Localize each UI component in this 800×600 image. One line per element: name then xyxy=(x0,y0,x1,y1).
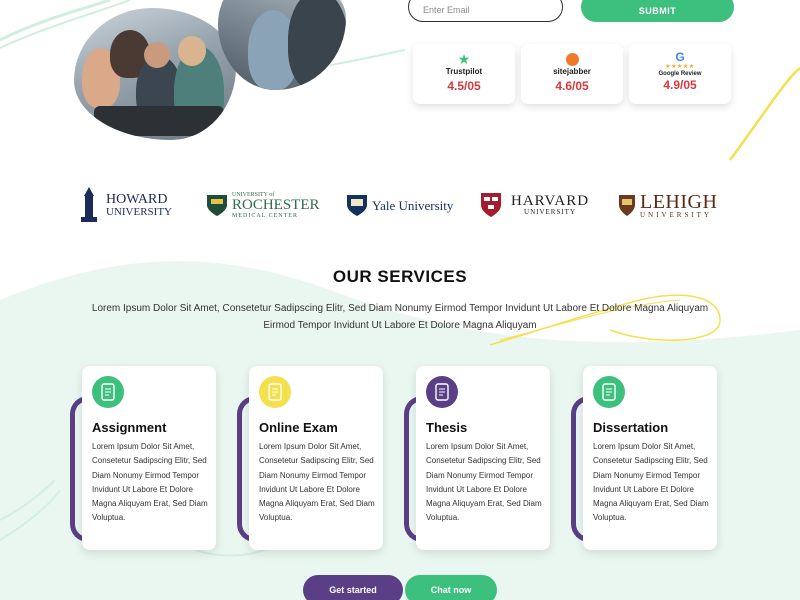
document-icon xyxy=(259,376,291,408)
logo-yale-university: Yale University xyxy=(346,186,453,224)
rating-card-trustpilot: ★ Trustpilot 4.5/05 xyxy=(413,44,515,104)
sitejabber-icon xyxy=(565,52,579,66)
lehigh-shield-icon xyxy=(619,195,635,216)
card-title: Online Exam xyxy=(259,420,338,435)
get-started-button[interactable]: Get started xyxy=(303,575,403,600)
rating-score: 4.9/05 xyxy=(663,78,697,92)
star-rating-icon: ★★★★★ xyxy=(665,64,695,70)
rating-brand: Google Review xyxy=(658,71,702,77)
howard-sub: UNIVERSITY xyxy=(106,205,172,218)
rating-card-sitejabber: sitejabber 4.6/05 xyxy=(521,44,623,104)
logo-howard-university: HOWARD UNIVERSITY xyxy=(78,186,172,224)
trustpilot-star-icon: ★ xyxy=(457,51,471,67)
google-g-icon: G xyxy=(675,50,685,64)
harvard-name: HARVARD xyxy=(511,193,590,209)
rating-score: 4.5/05 xyxy=(447,79,481,93)
services-title: OUR SERVICES xyxy=(332,267,468,286)
document-icon xyxy=(426,376,458,408)
card-body: Lorem Ipsum Dolor Sit Amet, Consetetur S… xyxy=(259,442,375,523)
rating-brand: Trustpilot xyxy=(445,67,483,76)
submit-button[interactable]: SUBMIT xyxy=(581,0,734,22)
lehigh-sub: UNIVERSITY xyxy=(640,210,712,219)
card-title: Thesis xyxy=(426,420,468,435)
email-input[interactable] xyxy=(408,0,563,22)
services-description: Lorem Ipsum Dolor Sit Amet, Consetetur S… xyxy=(91,303,709,331)
logo-rochester-medical: UNIVERSITY of ROCHESTER MEDICAL CENTER xyxy=(206,186,320,224)
rating-score: 4.6/05 xyxy=(555,79,589,93)
card-title: Assignment xyxy=(92,420,167,435)
rochester-sub: MEDICAL CENTER xyxy=(232,212,298,219)
howard-name: HOWARD xyxy=(106,191,168,207)
service-card-online-exam[interactable]: Online Exam Lorem Ipsum Dolor Sit Amet, … xyxy=(237,366,395,550)
service-card-dissertation[interactable]: Dissertation Lorem Ipsum Dolor Sit Amet,… xyxy=(571,366,729,550)
document-icon xyxy=(92,376,124,408)
card-body: Lorem Ipsum Dolor Sit Amet, Consetetur S… xyxy=(92,442,208,523)
harvard-shield-icon xyxy=(481,193,501,217)
rochester-shield-icon xyxy=(207,195,227,216)
yale-name: Yale University xyxy=(372,197,454,213)
yale-shield-icon xyxy=(347,195,367,216)
service-card-thesis[interactable]: Thesis Lorem Ipsum Dolor Sit Amet, Conse… xyxy=(404,366,562,550)
harvard-sub: UNIVERSITY xyxy=(524,208,577,216)
logo-lehigh-university: LEHIGH UNIVERSITY xyxy=(618,186,717,224)
card-body: Lorem Ipsum Dolor Sit Amet, Consetetur S… xyxy=(593,442,709,523)
service-card-assignment[interactable]: Assignment Lorem Ipsum Dolor Sit Amet, C… xyxy=(70,366,228,550)
card-body: Lorem Ipsum Dolor Sit Amet, Consetetur S… xyxy=(426,442,542,523)
chat-now-button[interactable]: Chat now xyxy=(405,575,497,600)
rating-card-google: G ★★★★★ Google Review 4.9/05 xyxy=(629,44,731,104)
lehigh-name: LEHIGH xyxy=(640,190,718,213)
document-icon xyxy=(593,376,625,408)
rochester-name: ROCHESTER xyxy=(232,196,320,213)
hero-photo-students xyxy=(74,8,236,140)
howard-tower-icon xyxy=(81,187,97,222)
rating-brand: sitejabber xyxy=(553,66,591,76)
card-title: Dissertation xyxy=(593,420,669,435)
logo-harvard-university: HARVARD UNIVERSITY xyxy=(480,186,589,224)
